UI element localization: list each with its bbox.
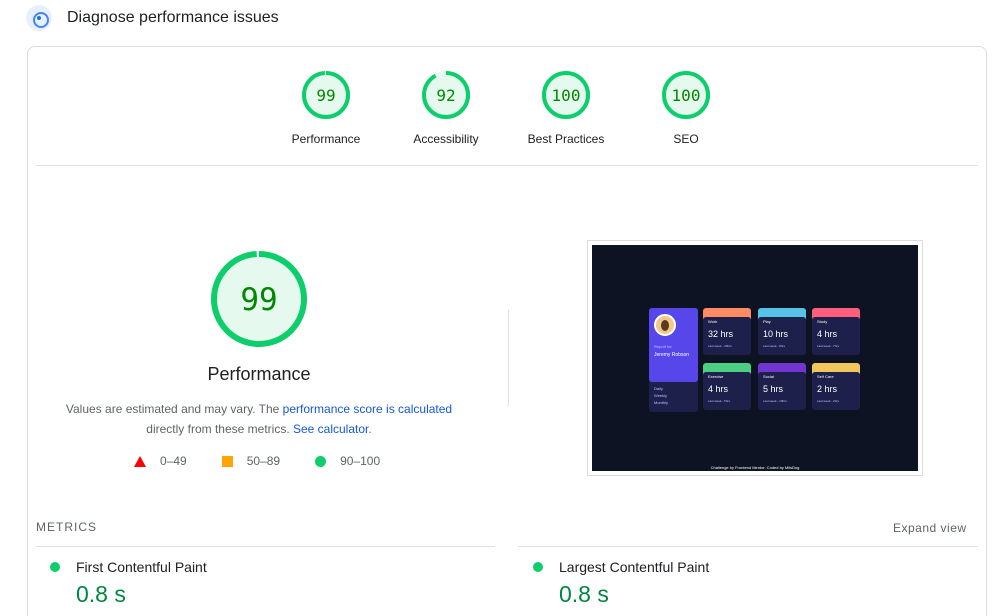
legend-average: 50–89 (221, 454, 281, 468)
metric-value: 0.8 s (559, 581, 609, 607)
card-last-week: Last week - 5hrs (708, 399, 731, 403)
screenshot-footer: Challenge by Frontend Mentor. Coded by M… (710, 465, 800, 470)
legend-label: 90–100 (340, 454, 381, 468)
performance-score-ring: 99 (211, 251, 307, 347)
card-hours: 2 hrs (817, 384, 838, 394)
score-value: 99 (316, 86, 335, 105)
gauge-label: Accessibility (413, 132, 479, 146)
gauge-seo[interactable]: 100 SEO (626, 70, 746, 146)
gauge-best-practices[interactable]: 100 Best Practices (506, 70, 626, 146)
category-gauges: 99 Performance 92 Accessibility 100 Best… (266, 70, 746, 146)
profile-card-header: Report for Jeremy Robson (649, 308, 698, 382)
card-hours: 32 hrs (708, 329, 734, 339)
card-title: Work (708, 319, 718, 324)
pass-circle-icon (533, 562, 543, 572)
performance-score-value: 99 (240, 282, 277, 318)
score-value: 92 (436, 86, 455, 105)
card-title: Study (817, 319, 828, 324)
activity-card-work: Work 32 hrs Last week - 36hrs (703, 308, 751, 355)
activity-card-social: Social 5 hrs Last week - 10hrs (758, 363, 806, 410)
performance-description: Values are estimated and may vary. The p… (36, 399, 482, 439)
performance-summary: 99 Performance Values are estimated and … (36, 250, 482, 439)
card-last-week: Last week - 36hrs (708, 344, 732, 348)
metric-largest-contentful-paint: Largest Contentful Paint 0.8 s (533, 559, 709, 608)
activity-card-study: Study 4 hrs Last week - 7hrs (812, 308, 860, 355)
divider (518, 546, 978, 547)
profile-card: Report for Jeremy Robson Daily Weekly Mo… (649, 308, 698, 412)
legend-fail: 0–49 (134, 454, 187, 468)
average-square-icon (221, 455, 233, 467)
divider (36, 546, 495, 547)
gauge-label: Best Practices (527, 132, 605, 146)
period-weekly: Weekly (654, 393, 668, 398)
score-calculated-link[interactable]: performance score is calculated (283, 402, 452, 416)
pass-circle-icon (50, 562, 60, 572)
gauge-accessibility[interactable]: 92 Accessibility (386, 70, 506, 146)
score-value: 100 (552, 86, 581, 105)
period-daily: Daily (654, 386, 663, 391)
activity-card-exercise: Exercise 4 hrs Last week - 5hrs (703, 363, 751, 410)
section-title: Diagnose performance issues (67, 9, 279, 26)
section-header: Diagnose performance issues (26, 5, 279, 31)
card-last-week: Last week - 7hrs (817, 344, 840, 348)
score-ring: 100 (662, 71, 710, 119)
card-title: Self Care (817, 374, 834, 379)
metric-name: First Contentful Paint (76, 559, 207, 575)
gauge-performance[interactable]: 99 Performance (266, 70, 386, 146)
fail-triangle-icon (134, 455, 146, 467)
score-legend: 0–49 50–89 90–100 (134, 454, 380, 468)
gauge-label: Performance (291, 132, 361, 146)
screenshot-image: Report for Jeremy Robson Daily Weekly Mo… (592, 245, 918, 471)
card-last-week: Last week - 2hrs (817, 399, 840, 403)
avatar (654, 314, 676, 336)
desc-text: . (368, 422, 372, 436)
card-last-week: Last week - 10hrs (763, 399, 787, 403)
diagnose-icon (26, 5, 52, 31)
score-value: 100 (672, 86, 701, 105)
score-ring: 99 (302, 71, 350, 119)
card-hours: 4 hrs (708, 384, 729, 394)
score-ring: 100 (542, 71, 590, 119)
desc-text: Values are estimated and may vary. The (65, 402, 283, 416)
card-title: Social (763, 374, 774, 379)
metrics-heading: METRICS (36, 520, 97, 534)
gauge-label: SEO (673, 132, 699, 146)
card-hours: 4 hrs (817, 329, 838, 339)
card-last-week: Last week - 8hrs (763, 344, 786, 348)
performance-title: Performance (207, 364, 311, 384)
profile-name: Jeremy Robson (654, 352, 690, 358)
metric-value: 0.8 s (76, 581, 126, 607)
vertical-divider (508, 310, 509, 406)
period-monthly: Monthly (654, 400, 669, 405)
legend-label: 0–49 (160, 454, 187, 468)
metric-first-contentful-paint: First Contentful Paint 0.8 s (50, 559, 207, 608)
see-calculator-link[interactable]: See calculator (293, 422, 368, 436)
expand-view-button[interactable]: Expand view (893, 521, 967, 535)
activity-card-play: Play 10 hrs Last week - 8hrs (758, 308, 806, 355)
final-screenshot[interactable]: Report for Jeremy Robson Daily Weekly Mo… (587, 240, 923, 476)
card-title: Play (763, 319, 771, 324)
card-title: Exercise (708, 374, 724, 379)
metric-name: Largest Contentful Paint (559, 559, 710, 575)
score-ring: 92 (422, 71, 470, 119)
legend-label: 50–89 (246, 454, 281, 468)
legend-pass: 90–100 (315, 454, 380, 468)
divider (36, 165, 978, 166)
card-hours: 10 hrs (763, 329, 789, 339)
card-hours: 5 hrs (763, 384, 784, 394)
pass-circle-icon (315, 455, 327, 467)
activity-card-self-care: Self Care 2 hrs Last week - 2hrs (812, 363, 860, 410)
desc-text: directly from these metrics. (146, 422, 293, 436)
report-for-label: Report for (654, 344, 672, 349)
